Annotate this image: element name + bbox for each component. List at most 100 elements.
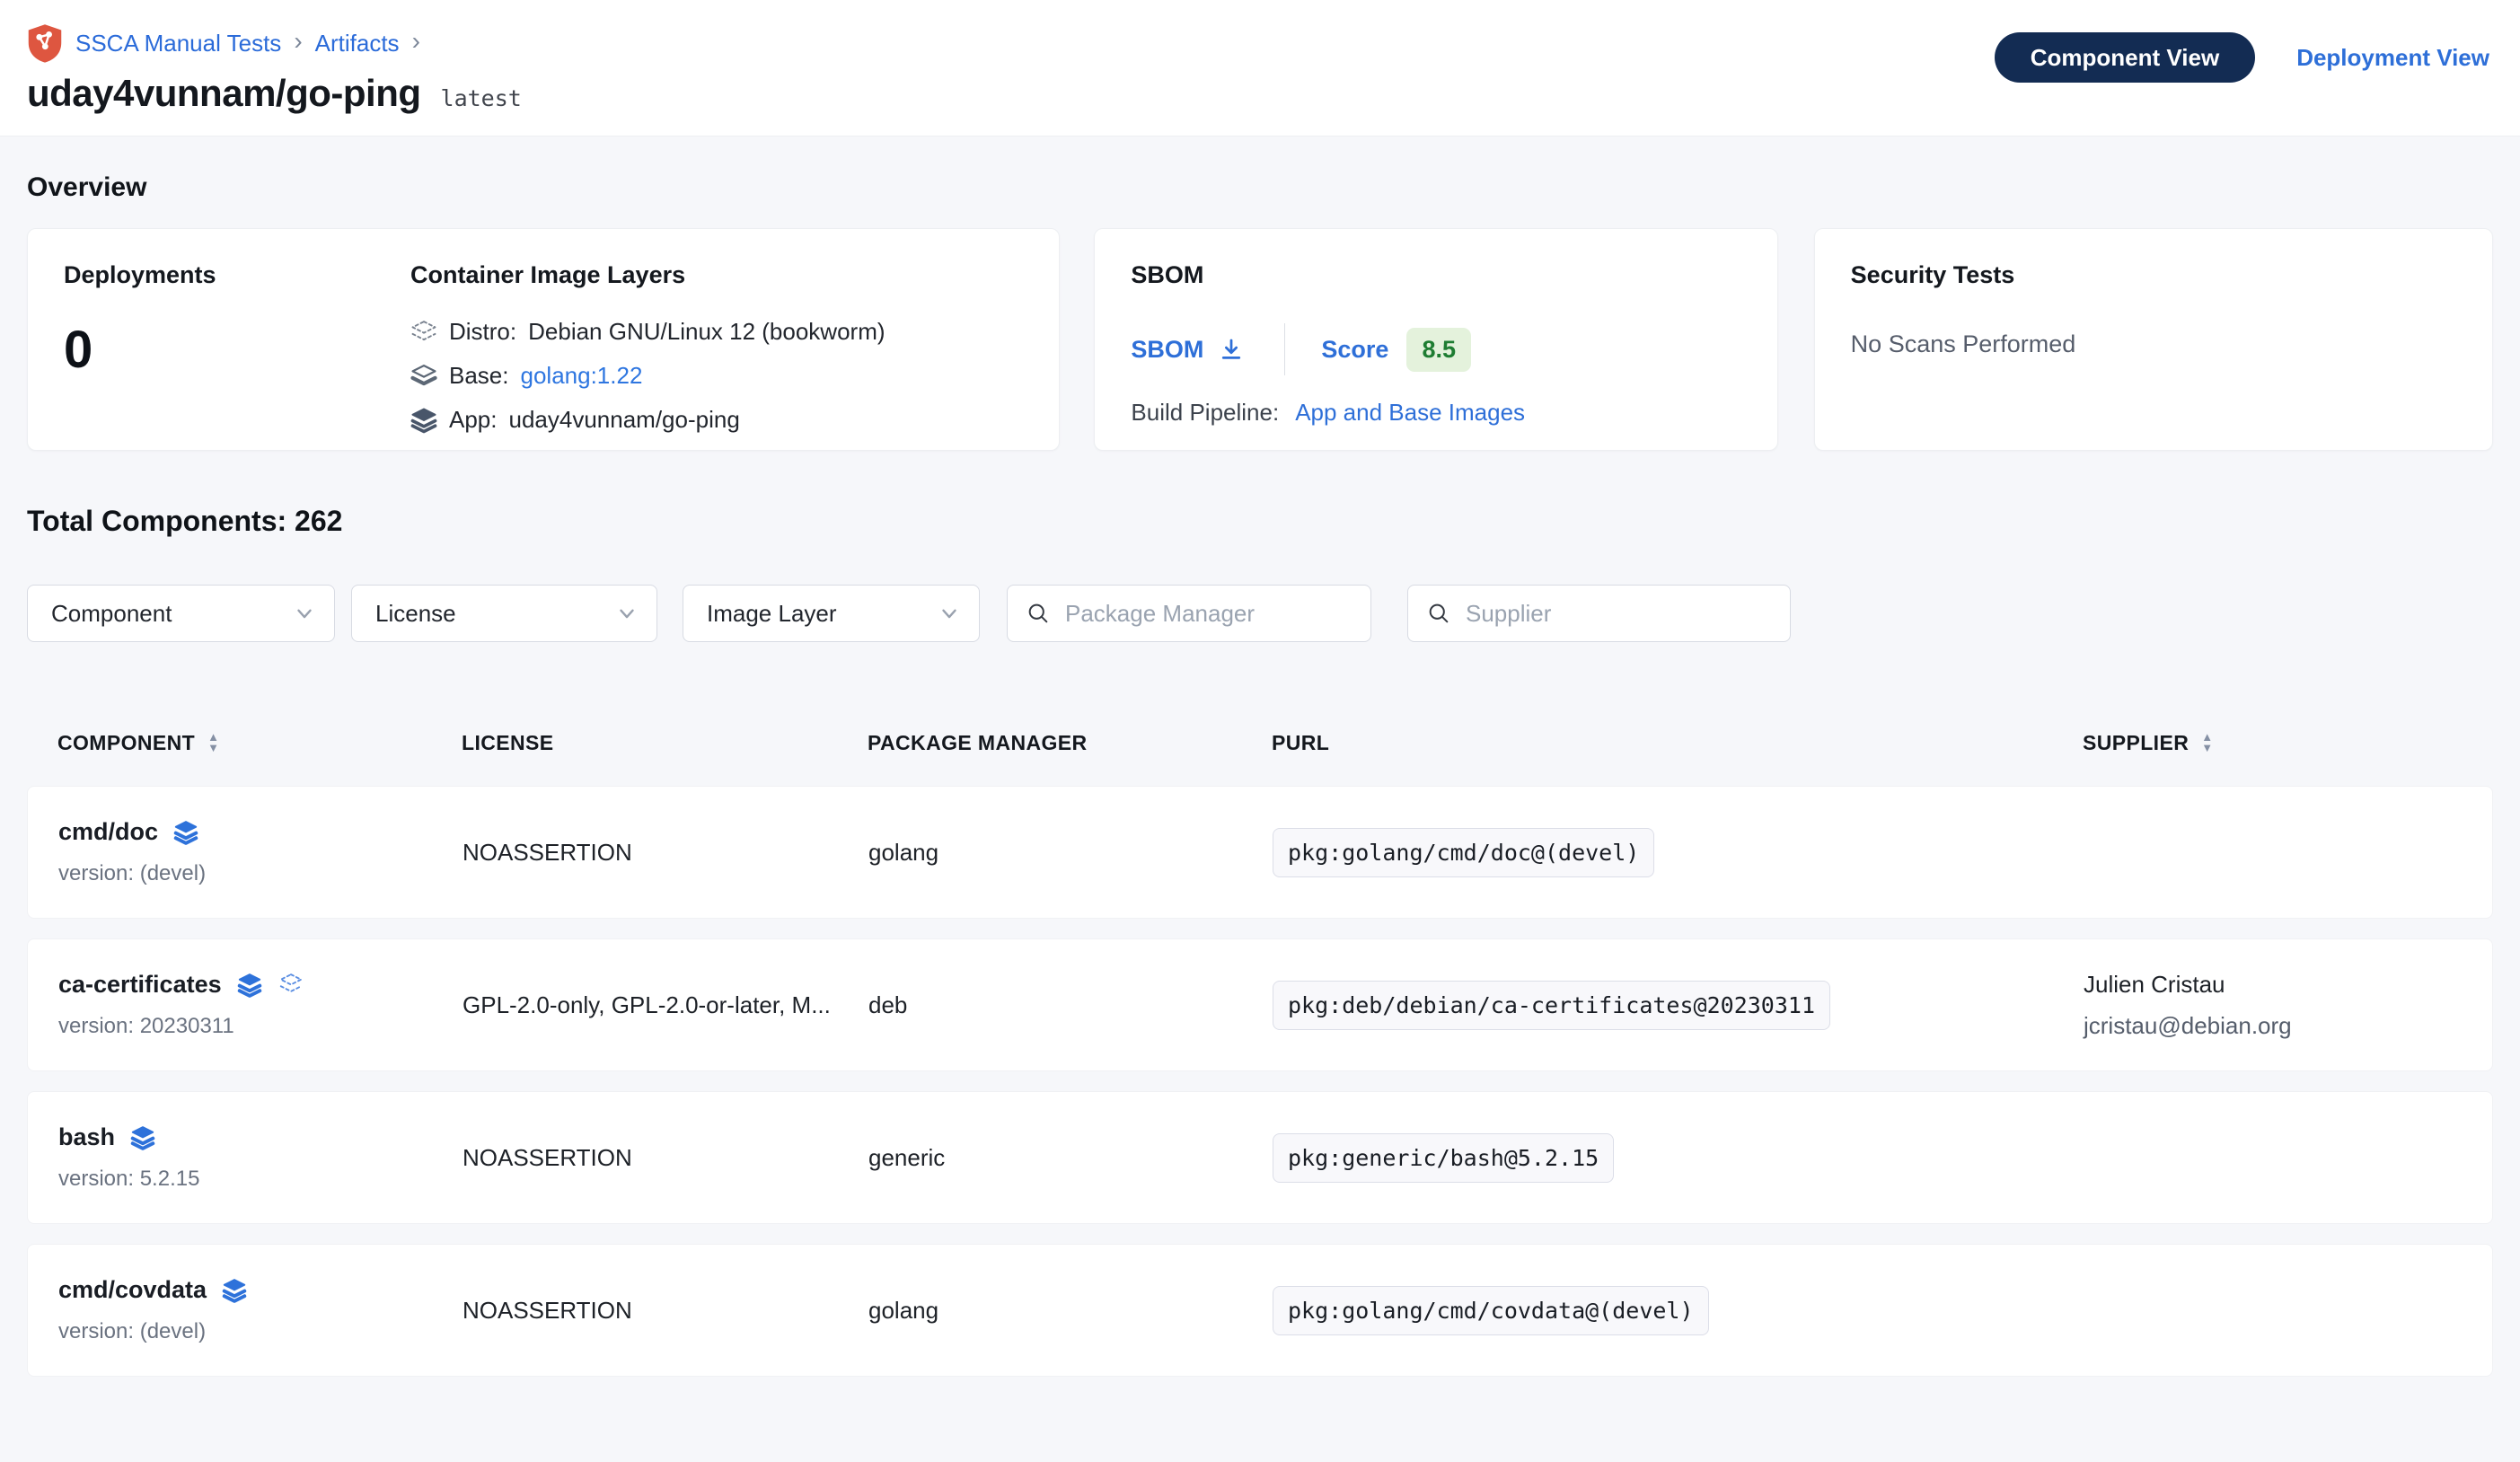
component-cell: bash version: 5.2.15 [28, 1123, 463, 1192]
sort-icon[interactable]: ▲▼ [2201, 732, 2213, 753]
component-version: version: (devel) [58, 1319, 463, 1344]
sbom-download-label: SBOM [1131, 336, 1203, 364]
layer-row-base: Base: golang:1.22 [410, 362, 886, 390]
component-name: cmd/covdata [58, 1276, 207, 1304]
sbom-download-link[interactable]: SBOM [1131, 336, 1245, 364]
purl-cell: pkg:deb/debian/ca-certificates@20230311 [1273, 981, 2084, 1030]
overview-cards: Deployments 0 Container Image Layers Dis… [27, 228, 2493, 451]
breadcrumb-link-project[interactable]: SSCA Manual Tests [75, 30, 281, 57]
component-version: version: (devel) [58, 861, 463, 886]
column-header-purl: PURL [1272, 731, 2083, 755]
supplier-search-input[interactable] [1464, 599, 1772, 629]
search-icon [1426, 601, 1451, 626]
license-filter-dropdown[interactable]: License [351, 585, 657, 642]
component-view-button[interactable]: Component View [1995, 32, 2255, 83]
ssca-shield-icon [27, 23, 63, 63]
layer-app-label: App: [449, 406, 498, 434]
layers-base-icon [410, 363, 437, 390]
security-tests-card: Security Tests No Scans Performed [1814, 228, 2493, 451]
main-content: Overview Deployments 0 Container Image L… [0, 172, 2520, 1377]
overview-heading: Overview [27, 172, 2493, 203]
table-header: COMPONENT ▲▼ LICENSE PACKAGE MANAGER PUR… [27, 719, 2493, 766]
purl-badge: pkg:golang/cmd/doc@(devel) [1273, 828, 1654, 877]
column-header-component[interactable]: COMPONENT ▲▼ [27, 731, 462, 755]
column-header-supplier[interactable]: SUPPLIER ▲▼ [2083, 731, 2493, 755]
table-row[interactable]: cmd/covdata version: (devel) NOASSERTION… [27, 1244, 2493, 1377]
package-manager-cell: generic [868, 1144, 1273, 1172]
license-cell: GPL-2.0-only, GPL-2.0-or-later, M... [463, 991, 868, 1019]
image-layer-filter-label: Image Layer [707, 600, 837, 628]
layer-row-app: App: uday4vunnam/go-ping [410, 406, 886, 434]
filters-bar: Component License Image Layer [27, 585, 2493, 642]
component-filter-label: Component [51, 600, 172, 628]
chevron-right-icon: › [412, 29, 420, 54]
layer-app-value: uday4vunnam/go-ping [509, 406, 740, 434]
component-cell: cmd/doc version: (devel) [28, 818, 463, 886]
deployment-view-button[interactable]: Deployment View [2296, 44, 2489, 72]
supplier-cell [2084, 1304, 2492, 1317]
table-row[interactable]: cmd/doc version: (devel) NOASSERTION gol… [27, 786, 2493, 919]
table-row[interactable]: ca-certificates [27, 938, 2493, 1071]
breadcrumb-link-artifacts[interactable]: Artifacts [315, 30, 400, 57]
container-image-layers-label: Container Image Layers [410, 261, 886, 289]
deployments-block: Deployments 0 [64, 261, 410, 418]
license-cell: NOASSERTION [463, 1144, 868, 1172]
component-version: version: 20230311 [58, 1014, 463, 1039]
build-pipeline-label: Build Pipeline: [1131, 399, 1279, 427]
package-manager-search-input[interactable] [1063, 599, 1353, 629]
search-icon [1026, 601, 1051, 626]
total-components-heading: Total Components: 262 [27, 505, 2493, 538]
sbom-card: SBOM SBOM Score 8.5 Build Pipeline: App … [1094, 228, 1777, 451]
column-label: LICENSE [462, 731, 553, 755]
chevron-down-icon [615, 602, 639, 625]
deployments-label: Deployments [64, 261, 410, 289]
chevron-down-icon [938, 602, 961, 625]
license-cell: NOASSERTION [463, 839, 868, 867]
build-pipeline-link[interactable]: App and Base Images [1295, 399, 1525, 427]
download-icon[interactable] [1218, 336, 1245, 363]
security-tests-heading: Security Tests [1851, 261, 2456, 289]
column-label: PACKAGE MANAGER [868, 731, 1088, 755]
supplier-cell [2084, 1151, 2492, 1165]
vertical-divider [1284, 323, 1285, 375]
component-name: cmd/doc [58, 818, 158, 846]
column-label: SUPPLIER [2083, 731, 2189, 755]
column-header-package-manager: PACKAGE MANAGER [868, 731, 1272, 755]
deployments-count: 0 [64, 320, 410, 380]
layers-distro-icon [410, 319, 437, 346]
purl-cell: pkg:golang/cmd/doc@(devel) [1273, 828, 2084, 877]
artifact-tag: latest [441, 85, 522, 111]
component-version: version: 5.2.15 [58, 1167, 463, 1192]
sort-icon[interactable]: ▲▼ [207, 732, 219, 753]
app-layer-badge-icon [236, 972, 263, 999]
layers-app-icon [410, 407, 437, 434]
security-tests-status: No Scans Performed [1851, 330, 2456, 358]
table-row[interactable]: bash version: 5.2.15 NOASSERTION generic… [27, 1091, 2493, 1224]
supplier-cell [2084, 846, 2492, 859]
page-title: uday4vunnam/go-ping [27, 72, 421, 115]
component-filter-dropdown[interactable]: Component [27, 585, 335, 642]
component-cell: ca-certificates [28, 971, 463, 1039]
purl-cell: pkg:generic/bash@5.2.15 [1273, 1133, 2084, 1183]
license-cell: NOASSERTION [463, 1297, 868, 1325]
table-body: cmd/doc version: (devel) NOASSERTION gol… [27, 786, 2493, 1377]
app-layer-badge-icon [172, 819, 199, 846]
supplier-search [1407, 585, 1791, 642]
layer-base-label: Base: [449, 362, 509, 390]
column-label: COMPONENT [57, 731, 195, 755]
image-layer-filter-dropdown[interactable]: Image Layer [683, 585, 980, 642]
app-layer-badge-icon [129, 1124, 156, 1151]
package-manager-search [1007, 585, 1371, 642]
purl-badge: pkg:golang/cmd/covdata@(devel) [1273, 1286, 1709, 1335]
chevron-right-icon: › [294, 29, 302, 54]
chevron-down-icon [293, 602, 316, 625]
component-name: bash [58, 1123, 115, 1151]
purl-badge: pkg:deb/debian/ca-certificates@20230311 [1273, 981, 1830, 1030]
package-manager-cell: deb [868, 991, 1273, 1019]
license-filter-label: License [375, 600, 456, 628]
base-image-link[interactable]: golang:1.22 [521, 362, 643, 390]
purl-badge: pkg:generic/bash@5.2.15 [1273, 1133, 1614, 1183]
sbom-heading: SBOM [1131, 261, 1740, 289]
layer-distro-value: Debian GNU/Linux 12 (bookworm) [528, 318, 885, 346]
package-manager-cell: golang [868, 839, 1273, 867]
